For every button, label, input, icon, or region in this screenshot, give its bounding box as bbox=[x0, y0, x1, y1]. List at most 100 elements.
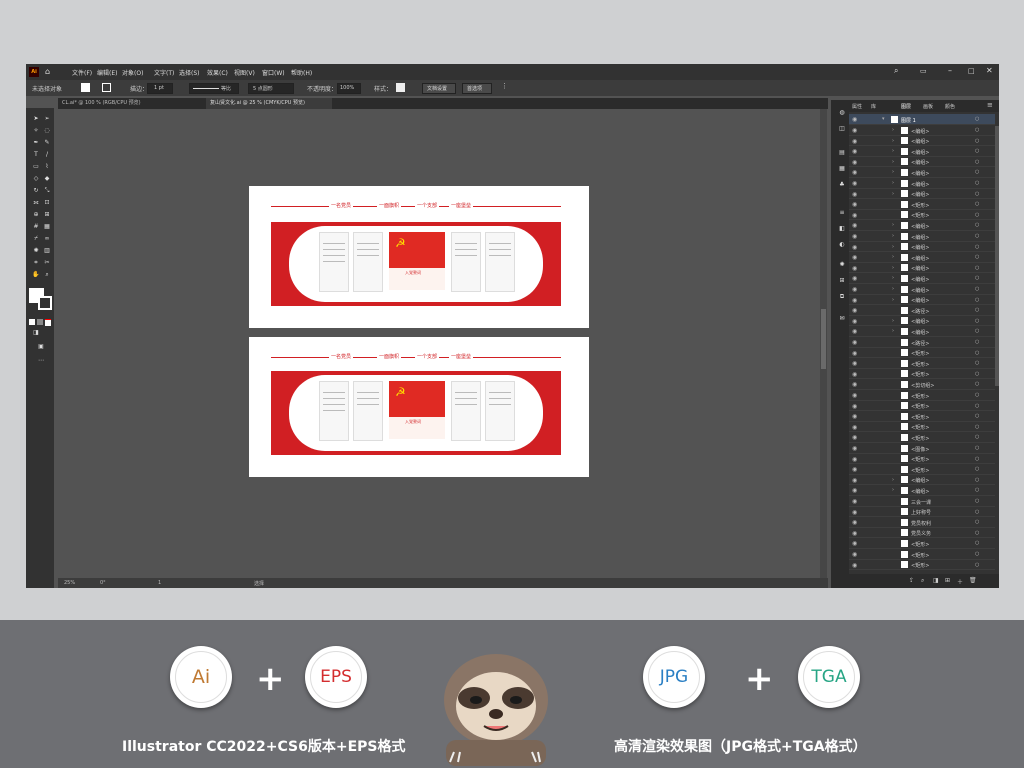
target-ring-icon[interactable]: ○ bbox=[975, 530, 979, 536]
visibility-eye-icon[interactable]: ◉ bbox=[852, 180, 857, 187]
visibility-eye-icon[interactable]: ◉ bbox=[852, 286, 857, 293]
expand-arrow-icon[interactable]: › bbox=[892, 222, 894, 228]
layer-row[interactable]: ◉ › <编组> ○ bbox=[849, 220, 995, 231]
expand-arrow-icon[interactable]: › bbox=[892, 297, 894, 303]
stroke-swatch[interactable] bbox=[102, 83, 111, 92]
preferences-button[interactable]: 首选项 bbox=[462, 83, 492, 94]
layer-row[interactable]: ◉ 上好称号 ○ bbox=[849, 507, 995, 518]
mesh-tool-icon[interactable]: # bbox=[32, 224, 40, 230]
tab-properties[interactable]: 属性 bbox=[852, 103, 862, 110]
target-ring-icon[interactable]: ○ bbox=[975, 381, 979, 387]
layer-row[interactable]: ◉ › <编组> ○ bbox=[849, 231, 995, 242]
visibility-eye-icon[interactable]: ◉ bbox=[852, 169, 857, 176]
layer-row[interactable]: ◉ › <编组> ○ bbox=[849, 178, 995, 189]
visibility-eye-icon[interactable]: ◉ bbox=[852, 222, 857, 229]
expand-arrow-icon[interactable]: › bbox=[892, 265, 894, 271]
visibility-eye-icon[interactable]: ◉ bbox=[852, 530, 857, 537]
layer-row[interactable]: ◉ <矩形> ○ bbox=[849, 411, 995, 422]
brush-definition[interactable]: 5 点圆形 bbox=[248, 83, 294, 94]
close-icon[interactable]: ✕ bbox=[986, 66, 993, 75]
expand-arrow-icon[interactable]: › bbox=[892, 127, 894, 133]
maximize-icon[interactable]: □ bbox=[968, 67, 975, 75]
target-ring-icon[interactable]: ○ bbox=[975, 434, 979, 440]
tab-document-active[interactable]: 复山贤文化.ai @ 25 % (CMYK/CPU 预览) bbox=[206, 98, 332, 109]
transparency-icon[interactable]: ◧ bbox=[838, 226, 846, 232]
collect-export-icon[interactable]: ⇪ bbox=[909, 577, 914, 584]
color-mode-icon[interactable] bbox=[29, 319, 35, 325]
layer-row[interactable]: ◉ › <编组> ○ bbox=[849, 475, 995, 486]
vertical-scrollbar[interactable] bbox=[820, 109, 827, 579]
shape-builder-icon[interactable]: ⊕ bbox=[32, 212, 40, 218]
visibility-eye-icon[interactable]: ◉ bbox=[852, 434, 857, 441]
gradient-tool-icon[interactable]: ▦ bbox=[43, 224, 51, 230]
expand-arrow-icon[interactable]: › bbox=[892, 254, 894, 260]
target-ring-icon[interactable]: ○ bbox=[975, 551, 979, 557]
symbols-icon[interactable]: ✺ bbox=[838, 262, 846, 268]
artboard-2[interactable]: 一名党员 一面旗帜 一个支部 一座堡垒 ☭ 入党誓词 bbox=[249, 337, 589, 477]
none-mode-icon[interactable] bbox=[45, 319, 51, 326]
libraries-icon[interactable]: ◫ bbox=[838, 126, 846, 132]
locate-object-icon[interactable]: ⌕ bbox=[921, 577, 924, 585]
layer-row[interactable]: ◉ <矩形> ○ bbox=[849, 358, 995, 369]
shaper-tool-icon[interactable]: ◇ bbox=[32, 176, 40, 182]
stroke-panel-icon[interactable]: ≡ bbox=[838, 210, 846, 216]
hand-tool-icon[interactable]: ✋ bbox=[32, 272, 40, 278]
target-ring-icon[interactable]: ○ bbox=[975, 413, 979, 419]
target-ring-icon[interactable]: ○ bbox=[975, 540, 979, 546]
target-ring-icon[interactable]: ○ bbox=[975, 286, 979, 292]
minimize-icon[interactable]: – bbox=[948, 66, 952, 75]
visibility-eye-icon[interactable]: ◉ bbox=[852, 265, 857, 272]
edit-toolbar-icon[interactable]: ⋯ bbox=[37, 358, 45, 364]
visibility-eye-icon[interactable]: ◉ bbox=[852, 116, 857, 123]
target-ring-icon[interactable]: ○ bbox=[975, 424, 979, 430]
rotate-tool-icon[interactable]: ↻ bbox=[32, 188, 40, 194]
curvature-icon[interactable]: ✎ bbox=[43, 140, 51, 146]
visibility-eye-icon[interactable]: ◉ bbox=[852, 307, 857, 314]
visibility-eye-icon[interactable]: ◉ bbox=[852, 360, 857, 367]
target-ring-icon[interactable]: ○ bbox=[975, 222, 979, 228]
eyedropper-icon[interactable]: ⌿ bbox=[32, 236, 40, 242]
target-ring-icon[interactable]: ○ bbox=[975, 509, 979, 515]
expand-arrow-icon[interactable]: › bbox=[892, 159, 894, 165]
rectangle-tool-icon[interactable]: ▭ bbox=[32, 164, 40, 170]
target-ring-icon[interactable]: ○ bbox=[975, 392, 979, 398]
target-ring-icon[interactable]: ○ bbox=[975, 498, 979, 504]
visibility-eye-icon[interactable]: ◉ bbox=[852, 212, 857, 219]
layer-row[interactable]: ◉ › <编组> ○ bbox=[849, 189, 995, 200]
visibility-eye-icon[interactable]: ◉ bbox=[852, 201, 857, 208]
stroke-color-box[interactable] bbox=[38, 296, 52, 310]
target-ring-icon[interactable]: ○ bbox=[975, 159, 979, 165]
fill-swatch[interactable] bbox=[81, 83, 90, 92]
layer-row[interactable]: ◉ <矩形> ○ bbox=[849, 464, 995, 475]
more-options-icon[interactable]: ⋮ bbox=[501, 82, 508, 90]
visibility-eye-icon[interactable]: ◉ bbox=[852, 392, 857, 399]
layer-row[interactable]: ◉ <矩形> ○ bbox=[849, 560, 995, 571]
layer-row[interactable]: ◉ › <编组> ○ bbox=[849, 263, 995, 274]
panel-scrollbar[interactable] bbox=[995, 126, 999, 386]
tab-layers[interactable]: 图层 bbox=[901, 103, 911, 110]
layer-row[interactable]: ◉ <矩形> ○ bbox=[849, 454, 995, 465]
visibility-eye-icon[interactable]: ◉ bbox=[852, 487, 857, 494]
layer-row[interactable]: ◉ › <编组> ○ bbox=[849, 125, 995, 136]
visibility-eye-icon[interactable]: ◉ bbox=[852, 254, 857, 261]
expand-arrow-icon[interactable]: › bbox=[892, 138, 894, 144]
layer-row[interactable]: ◉ 党员权利 ○ bbox=[849, 517, 995, 528]
target-ring-icon[interactable]: ○ bbox=[975, 212, 979, 218]
tab-document-cl[interactable]: CL.ai* @ 100 % (RGB/CPU 预览) bbox=[58, 98, 168, 109]
target-ring-icon[interactable]: ○ bbox=[975, 328, 979, 334]
menu-object[interactable]: 对象(O) bbox=[122, 68, 143, 77]
delete-layer-icon[interactable]: 🗑 bbox=[969, 577, 977, 584]
visibility-eye-icon[interactable]: ◉ bbox=[852, 456, 857, 463]
menu-view[interactable]: 视图(V) bbox=[234, 68, 255, 77]
selection-tool-icon[interactable]: ➤ bbox=[32, 116, 40, 122]
target-ring-icon[interactable]: ○ bbox=[975, 371, 979, 377]
target-ring-icon[interactable]: ○ bbox=[975, 350, 979, 356]
home-icon[interactable]: ⌂ bbox=[45, 67, 50, 76]
layer-row[interactable]: ◉ › <编组> ○ bbox=[849, 485, 995, 496]
visibility-eye-icon[interactable]: ◉ bbox=[852, 445, 857, 452]
expand-arrow-icon[interactable]: › bbox=[892, 244, 894, 250]
menu-window[interactable]: 窗口(W) bbox=[262, 68, 285, 77]
layer-row[interactable]: ◉ <图像> ○ bbox=[849, 443, 995, 454]
visibility-eye-icon[interactable]: ◉ bbox=[852, 127, 857, 134]
visibility-eye-icon[interactable]: ◉ bbox=[852, 148, 857, 155]
